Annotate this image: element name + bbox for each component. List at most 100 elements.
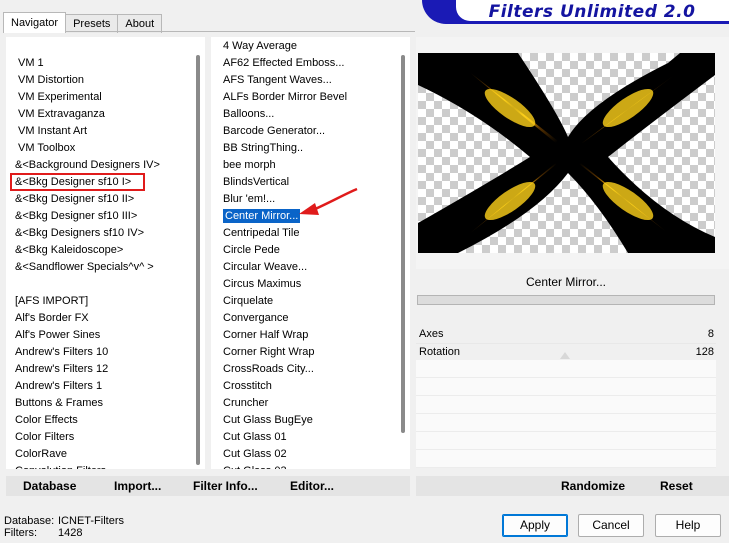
category-scrollbar-thumb[interactable] [196, 55, 200, 465]
filter-item[interactable]: AF62 Effected Emboss... [211, 55, 396, 72]
category-item[interactable]: &<Bkg Designers sf10 IV> [6, 225, 191, 242]
category-item[interactable]: Andrew's Filters 10 [6, 344, 191, 361]
category-list[interactable]: VM 1 VM Distortion VM Experimental VM Extra… [6, 37, 191, 469]
category-item[interactable]: ColorRave [6, 446, 191, 463]
filter-item[interactable]: Corner Right Wrap [211, 344, 396, 361]
filter-item[interactable]: ALFs Border Mirror Bevel [211, 89, 396, 106]
category-item[interactable]: Alf's Power Sines [6, 327, 191, 344]
filter-item[interactable]: BB StringThing.. [211, 140, 396, 157]
category-item[interactable]: &<Sandflower Specials^v^ > [6, 259, 191, 276]
param-label: Rotation [419, 346, 460, 358]
slider-marker[interactable] [560, 352, 570, 359]
filter-item-label: Cut Glass 02 [223, 448, 287, 460]
status-filters-label: Filters: [4, 527, 37, 539]
progress-bar [417, 295, 715, 305]
randomize-button[interactable]: Randomize [561, 476, 625, 496]
filter-item-label: Center Mirror... [223, 209, 301, 223]
category-item[interactable]: VM Extravaganza [6, 106, 191, 123]
category-item[interactable]: [AFS IMPORT] [6, 293, 191, 310]
status-database: Database: ICNET-Filters [4, 515, 124, 527]
category-scrollbar[interactable] [193, 37, 205, 469]
category-item[interactable]: Buttons & Frames [6, 395, 191, 412]
filter-item-label: Cirquelate [223, 295, 274, 307]
filter-item[interactable]: CrossRoads City... [211, 361, 396, 378]
filter-item[interactable]: AFS Tangent Waves... [211, 72, 396, 89]
selected-filter-name: Center Mirror... [525, 275, 606, 289]
filter-item-label: Centripedal Tile [223, 227, 300, 239]
filter-item[interactable]: Circus Maximus [211, 276, 396, 293]
filter-item[interactable]: bee morph [211, 157, 396, 174]
category-item[interactable]: Color Effects [6, 412, 191, 429]
filter-scrollbar-thumb[interactable] [401, 55, 405, 433]
filter-item[interactable]: Balloons... [211, 106, 396, 123]
import-button[interactable]: Import... [114, 476, 161, 496]
filter-item-label: CrossRoads City... [223, 363, 314, 375]
filter-item-label: Cut Glass 03 [223, 465, 287, 469]
filter-item-label: Cruncher [223, 397, 269, 409]
filter-item-label: Blur 'em!... [223, 193, 276, 205]
status-filters: Filters: 1428 [4, 527, 82, 539]
cancel-button[interactable]: Cancel [578, 514, 644, 537]
category-item[interactable]: Color Filters [6, 429, 191, 446]
filter-item[interactable]: Crosstitch [211, 378, 396, 395]
filter-item-label: Convergance [223, 312, 289, 324]
filter-scrollbar[interactable] [398, 37, 410, 469]
category-item[interactable]: Convolution Filters [6, 463, 191, 469]
filter-list-panel: 4 Way Average AF62 Effected Emboss... AFS … [211, 37, 410, 469]
filter-item[interactable]: Centripedal Tile [211, 225, 396, 242]
filter-item[interactable]: 4 Way Average [211, 38, 396, 55]
filter-item[interactable]: Cut Glass BugEye [211, 412, 396, 429]
filter-item-label: AF62 Effected Emboss... [223, 57, 345, 69]
filter-info-button[interactable]: Filter Info... [193, 476, 258, 496]
category-item[interactable]: &<Bkg Designer sf10 I> [6, 174, 191, 191]
database-button[interactable]: Database [23, 476, 76, 496]
filter-item-label: Corner Right Wrap [223, 346, 315, 358]
param-value[interactable]: 8 [708, 326, 714, 343]
filter-item[interactable]: Cruncher [211, 395, 396, 412]
category-item[interactable]: Alf's Border FX [6, 310, 191, 327]
filter-item[interactable]: Cut Glass 02 [211, 446, 396, 463]
left-action-bar: Database Import... Filter Info... Editor… [6, 476, 410, 496]
category-item[interactable]: VM 1 [6, 55, 191, 72]
category-list-panel: VM 1 VM Distortion VM Experimental VM Extra… [6, 37, 205, 469]
right-action-bar: Randomize Reset [416, 476, 729, 496]
category-item[interactable]: &<Bkg Designer sf10 III> [6, 208, 191, 225]
status-database-label: Database: [4, 515, 55, 527]
category-item[interactable]: VM Distortion [6, 72, 191, 89]
category-item[interactable]: &<Bkg Designer sf10 II> [6, 191, 191, 208]
category-item[interactable]: Andrew's Filters 1 [6, 378, 191, 395]
status-database-value: ICNET-Filters [58, 515, 124, 527]
filter-item[interactable]: Barcode Generator... [211, 123, 396, 140]
preview-image [418, 53, 715, 253]
filter-item[interactable]: Cirquelate [211, 293, 396, 310]
category-item[interactable]: &<Bkg Kaleidoscope> [6, 242, 191, 259]
apply-button[interactable]: Apply [502, 514, 568, 537]
filter-item-label: Corner Half Wrap [223, 329, 309, 341]
filter-item[interactable]: Corner Half Wrap [211, 327, 396, 344]
filter-item[interactable]: Cut Glass 03 [211, 463, 396, 469]
category-item[interactable]: VM Experimental [6, 89, 191, 106]
category-item[interactable]: &<Background Designers IV> [6, 157, 191, 174]
filter-item[interactable]: Convergance [211, 310, 396, 327]
category-item[interactable]: VM Toolbox [6, 140, 191, 157]
filter-item[interactable]: Cut Glass 01 [211, 429, 396, 446]
empty-param-rows [416, 360, 716, 468]
editor-button[interactable]: Editor... [290, 476, 334, 496]
filter-list[interactable]: 4 Way Average AF62 Effected Emboss... AFS … [211, 37, 396, 469]
filter-item[interactable]: Circle Pede [211, 242, 396, 259]
param-value[interactable]: 128 [696, 344, 714, 361]
category-item[interactable]: Andrew's Filters 12 [6, 361, 191, 378]
filter-item-label: Circular Weave... [223, 261, 308, 273]
app-title: Filters Unlimited 2.0 [488, 2, 696, 22]
filter-item-label: bee morph [223, 159, 276, 171]
filter-item[interactable]: Circular Weave... [211, 259, 396, 276]
reset-button[interactable]: Reset [660, 476, 693, 496]
category-item[interactable] [6, 276, 191, 293]
param-axes[interactable]: Axes 8 [416, 326, 716, 344]
help-button[interactable]: Help [655, 514, 721, 537]
filter-item-label: Circus Maximus [223, 278, 302, 290]
category-item[interactable]: VM Instant Art [6, 123, 191, 140]
filter-item-label: BB StringThing.. [223, 142, 304, 154]
filter-item-label: Cut Glass BugEye [223, 414, 313, 426]
tab-navigator[interactable]: Navigator [3, 12, 67, 33]
